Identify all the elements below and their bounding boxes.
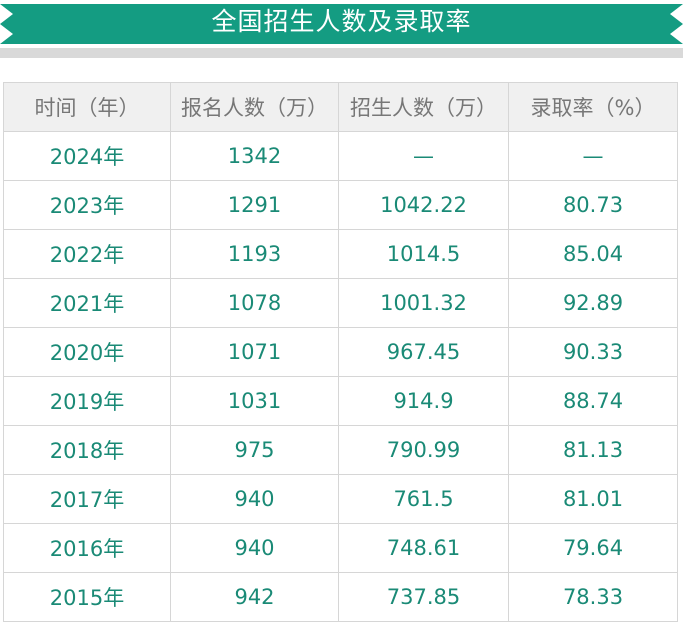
cell-year: 2020年 — [3, 327, 171, 377]
cell-enrolled: 1042.22 — [338, 180, 509, 230]
cell-rate: — — [508, 131, 678, 181]
header-enrolled: 招生人数（万） — [338, 82, 509, 132]
cell-rate: 81.01 — [508, 474, 678, 524]
cell-year: 2022年 — [3, 229, 171, 279]
cell-rate: 81.13 — [508, 425, 678, 475]
header-applicants: 报名人数（万） — [170, 82, 339, 132]
cell-enrolled: 1014.5 — [338, 229, 509, 279]
cell-rate: 90.33 — [508, 327, 678, 377]
table-header-row: 时间（年） 报名人数（万） 招生人数（万） 录取率（%） — [3, 82, 678, 132]
cell-rate: 88.74 — [508, 376, 678, 426]
cell-applicants: 1031 — [170, 376, 339, 426]
cell-applicants: 1071 — [170, 327, 339, 377]
cell-applicants: 1078 — [170, 278, 339, 328]
cell-year: 2016年 — [3, 523, 171, 573]
cell-rate: 92.89 — [508, 278, 678, 328]
header-year: 时间（年） — [3, 82, 171, 132]
cell-year: 2023年 — [3, 180, 171, 230]
title-banner: 全国招生人数及录取率 — [0, 0, 683, 48]
page-title: 全国招生人数及录取率 — [211, 7, 472, 36]
table-row: 2018年 975 790.99 81.13 — [3, 425, 678, 475]
table-row: 2021年 1078 1001.32 92.89 — [3, 278, 678, 328]
cell-enrolled: 967.45 — [338, 327, 509, 377]
table-row: 2019年 1031 914.9 88.74 — [3, 376, 678, 426]
cell-year: 2024年 — [3, 131, 171, 181]
cell-applicants: 1193 — [170, 229, 339, 279]
cell-enrolled: 914.9 — [338, 376, 509, 426]
cell-applicants: 1342 — [170, 131, 339, 181]
cell-applicants: 942 — [170, 572, 339, 622]
cell-year: 2015年 — [3, 572, 171, 622]
banner-shadow-band — [0, 48, 683, 58]
cell-enrolled: 761.5 — [338, 474, 509, 524]
cell-enrolled: — — [338, 131, 509, 181]
cell-year: 2021年 — [3, 278, 171, 328]
cell-applicants: 940 — [170, 523, 339, 573]
cell-rate: 80.73 — [508, 180, 678, 230]
table-row: 2015年 942 737.85 78.33 — [3, 572, 678, 622]
table-row: 2017年 940 761.5 81.01 — [3, 474, 678, 524]
cell-year: 2019年 — [3, 376, 171, 426]
cell-rate: 78.33 — [508, 572, 678, 622]
cell-enrolled: 1001.32 — [338, 278, 509, 328]
cell-enrolled: 790.99 — [338, 425, 509, 475]
cell-year: 2018年 — [3, 425, 171, 475]
header-admission-rate: 录取率（%） — [508, 82, 678, 132]
table-row: 2020年 1071 967.45 90.33 — [3, 327, 678, 377]
cell-applicants: 940 — [170, 474, 339, 524]
admission-table: 时间（年） 报名人数（万） 招生人数（万） 录取率（%） 2024年 1342 … — [3, 82, 678, 622]
cell-rate: 85.04 — [508, 229, 678, 279]
cell-enrolled: 737.85 — [338, 572, 509, 622]
table-row: 2022年 1193 1014.5 85.04 — [3, 229, 678, 279]
cell-enrolled: 748.61 — [338, 523, 509, 573]
table-row: 2023年 1291 1042.22 80.73 — [3, 180, 678, 230]
cell-applicants: 975 — [170, 425, 339, 475]
table-row: 2024年 1342 — — — [3, 131, 678, 181]
table-row: 2016年 940 748.61 79.64 — [3, 523, 678, 573]
cell-rate: 79.64 — [508, 523, 678, 573]
cell-year: 2017年 — [3, 474, 171, 524]
cell-applicants: 1291 — [170, 180, 339, 230]
